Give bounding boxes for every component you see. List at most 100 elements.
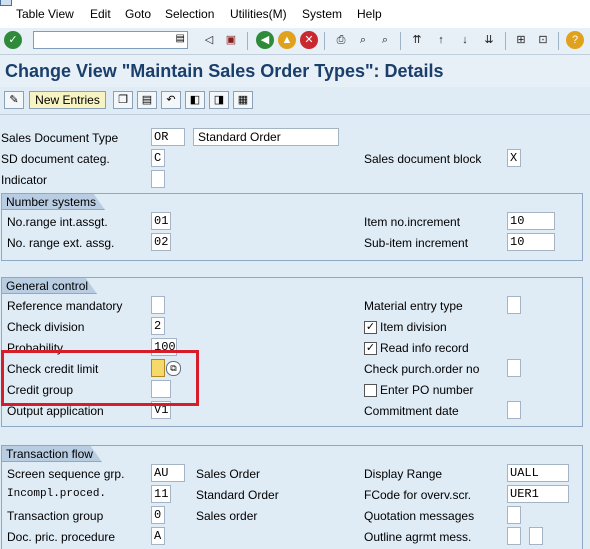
previous-entry-icon[interactable]: ◧ (185, 91, 205, 109)
item-number-increment-field[interactable]: 10 (507, 212, 555, 230)
general-control-title: General control (1, 277, 97, 294)
command-field[interactable]: ▤ (33, 31, 188, 49)
display-range-field[interactable]: UALL (507, 464, 569, 482)
screen-sequence-group-description: Sales Order (196, 467, 261, 481)
command-history-icon[interactable]: ▤ (176, 33, 185, 44)
sd-document-category-label: SD document categ. (1, 152, 110, 166)
incompletion-procedure-field[interactable]: 11 (151, 485, 171, 503)
toolbar-separator (400, 32, 401, 50)
menu-table-view[interactable]: Table View (16, 7, 74, 21)
fcode-overview-screen-field[interactable]: UER1 (507, 485, 569, 503)
item-division-label: Item division (380, 320, 447, 334)
variable-list-icon[interactable]: ▦ (233, 91, 253, 109)
undo-change-icon[interactable]: ↶ (161, 91, 181, 109)
read-info-record-checkbox[interactable]: ✓ (364, 342, 377, 355)
previous-page-icon[interactable]: ↑ (432, 31, 450, 49)
standard-toolbar: ✓ ▤ ◁ ▣ ◀ ▲ ✕ ⎙ ⌕ ⌕ ⇈ ↑ ↓ ⇊ ⊞ ⊡ ? (0, 28, 590, 55)
shortcut-icon[interactable]: ⊡ (534, 31, 552, 49)
print-icon[interactable]: ⎙ (332, 31, 350, 49)
quotation-messages-label: Quotation messages (364, 509, 475, 523)
number-range-external-label: No. range ext. assg. (7, 236, 115, 250)
menu-goto[interactable]: Goto (125, 7, 151, 21)
outline-agreement-messages-label: Outline agrmt mess. (364, 530, 472, 544)
check-division-field[interactable]: 2 (151, 317, 165, 335)
back-arrow-icon[interactable]: ◁ (200, 31, 218, 49)
copy-as-icon[interactable]: ❐ (113, 91, 133, 109)
transaction-flow-title: Transaction flow (1, 445, 102, 462)
enter-po-number-label: Enter PO number (380, 383, 474, 397)
number-systems-title: Number systems (1, 193, 105, 210)
menu-bar: Table View Edit Goto Selection Utilities… (0, 0, 590, 29)
outline-agreement-extra-field[interactable] (529, 527, 543, 545)
toolbar-separator (505, 32, 506, 50)
reference-mandatory-field[interactable] (151, 296, 165, 314)
toolbar-separator (324, 32, 325, 50)
sales-document-type-label: Sales Document Type (1, 131, 119, 145)
incompletion-procedure-description: Standard Order (196, 488, 279, 502)
menu-selection[interactable]: Selection (165, 7, 214, 21)
enter-po-number-checkbox[interactable] (364, 384, 377, 397)
item-number-increment-label: Item no.increment (364, 215, 461, 229)
menu-edit[interactable]: Edit (90, 7, 111, 21)
cancel-icon[interactable]: ✕ (300, 31, 318, 49)
outline-agreement-messages-field[interactable] (507, 527, 521, 545)
check-purchase-order-label: Check purch.order no (364, 362, 480, 376)
next-entry-icon[interactable]: ◨ (209, 91, 229, 109)
sales-document-block-label: Sales document block (364, 152, 482, 166)
sales-document-type-description[interactable]: Standard Order (193, 128, 339, 146)
check-purchase-order-field[interactable] (507, 359, 521, 377)
menu-utilities[interactable]: Utilities(M) (230, 7, 287, 21)
find-icon[interactable]: ⌕ (354, 31, 372, 49)
first-page-icon[interactable]: ⇈ (408, 31, 426, 49)
screen-sequence-group-field[interactable]: AU (151, 464, 185, 482)
sales-document-block-field[interactable]: X (507, 149, 521, 167)
create-session-icon[interactable]: ⊞ (512, 31, 530, 49)
find-next-icon[interactable]: ⌕ (376, 31, 394, 49)
incompletion-procedure-label: Incompl.proced. (7, 488, 107, 500)
screen-sequence-group-label: Screen sequence grp. (7, 467, 125, 481)
menu-help[interactable]: Help (357, 7, 382, 21)
commitment-date-label: Commitment date (364, 404, 459, 418)
number-range-internal-field[interactable]: 01 (151, 212, 171, 230)
number-range-internal-label: No.range int.assgt. (7, 215, 108, 229)
indicator-field[interactable] (151, 170, 165, 188)
indicator-label: Indicator (1, 173, 48, 187)
document-pricing-procedure-field[interactable]: A (151, 527, 165, 545)
last-page-icon[interactable]: ⇊ (480, 31, 498, 49)
title-bar: Change View "Maintain Sales Order Types"… (0, 55, 590, 87)
highlight-box (1, 350, 199, 406)
enter-check-icon[interactable]: ✓ (4, 31, 22, 49)
new-entries-button[interactable]: New Entries (29, 91, 106, 109)
sub-item-increment-label: Sub-item increment (364, 236, 469, 250)
sap-window-icon[interactable] (0, 0, 12, 6)
quotation-messages-field[interactable] (507, 506, 521, 524)
number-range-external-field[interactable]: 02 (151, 233, 171, 251)
material-entry-type-label: Material entry type (364, 299, 463, 313)
display-change-icon[interactable]: ✎ (4, 91, 24, 109)
transaction-group-label: Transaction group (7, 509, 104, 523)
sub-item-increment-field[interactable]: 10 (507, 233, 555, 251)
application-toolbar: ✎ New Entries ❐ ▤ ↶ ◧ ◨ ▦ (0, 88, 590, 115)
exit-icon[interactable]: ▲ (278, 31, 296, 49)
toolbar-separator (247, 32, 248, 50)
back-icon[interactable]: ◀ (256, 31, 274, 49)
next-page-icon[interactable]: ↓ (456, 31, 474, 49)
help-icon[interactable]: ? (566, 31, 584, 49)
output-application-label: Output application (7, 404, 104, 418)
transaction-group-description: Sales order (196, 509, 258, 523)
delete-icon[interactable]: ▤ (137, 91, 157, 109)
save-icon[interactable]: ▣ (222, 31, 240, 49)
document-pricing-procedure-label: Doc. pric. procedure (7, 530, 116, 544)
read-info-record-label: Read info record (380, 341, 469, 355)
transaction-group-field[interactable]: 0 (151, 506, 165, 524)
page-title: Change View "Maintain Sales Order Types"… (5, 61, 444, 81)
fcode-overview-screen-label: FCode for overv.scr. (364, 488, 472, 502)
material-entry-type-field[interactable] (507, 296, 521, 314)
sales-document-type-field[interactable]: OR (151, 128, 185, 146)
item-division-checkbox[interactable]: ✓ (364, 321, 377, 334)
menu-system[interactable]: System (302, 7, 342, 21)
display-range-label: Display Range (364, 467, 443, 481)
check-division-label: Check division (7, 320, 85, 334)
sd-document-category-field[interactable]: C (151, 149, 165, 167)
commitment-date-field[interactable] (507, 401, 521, 419)
